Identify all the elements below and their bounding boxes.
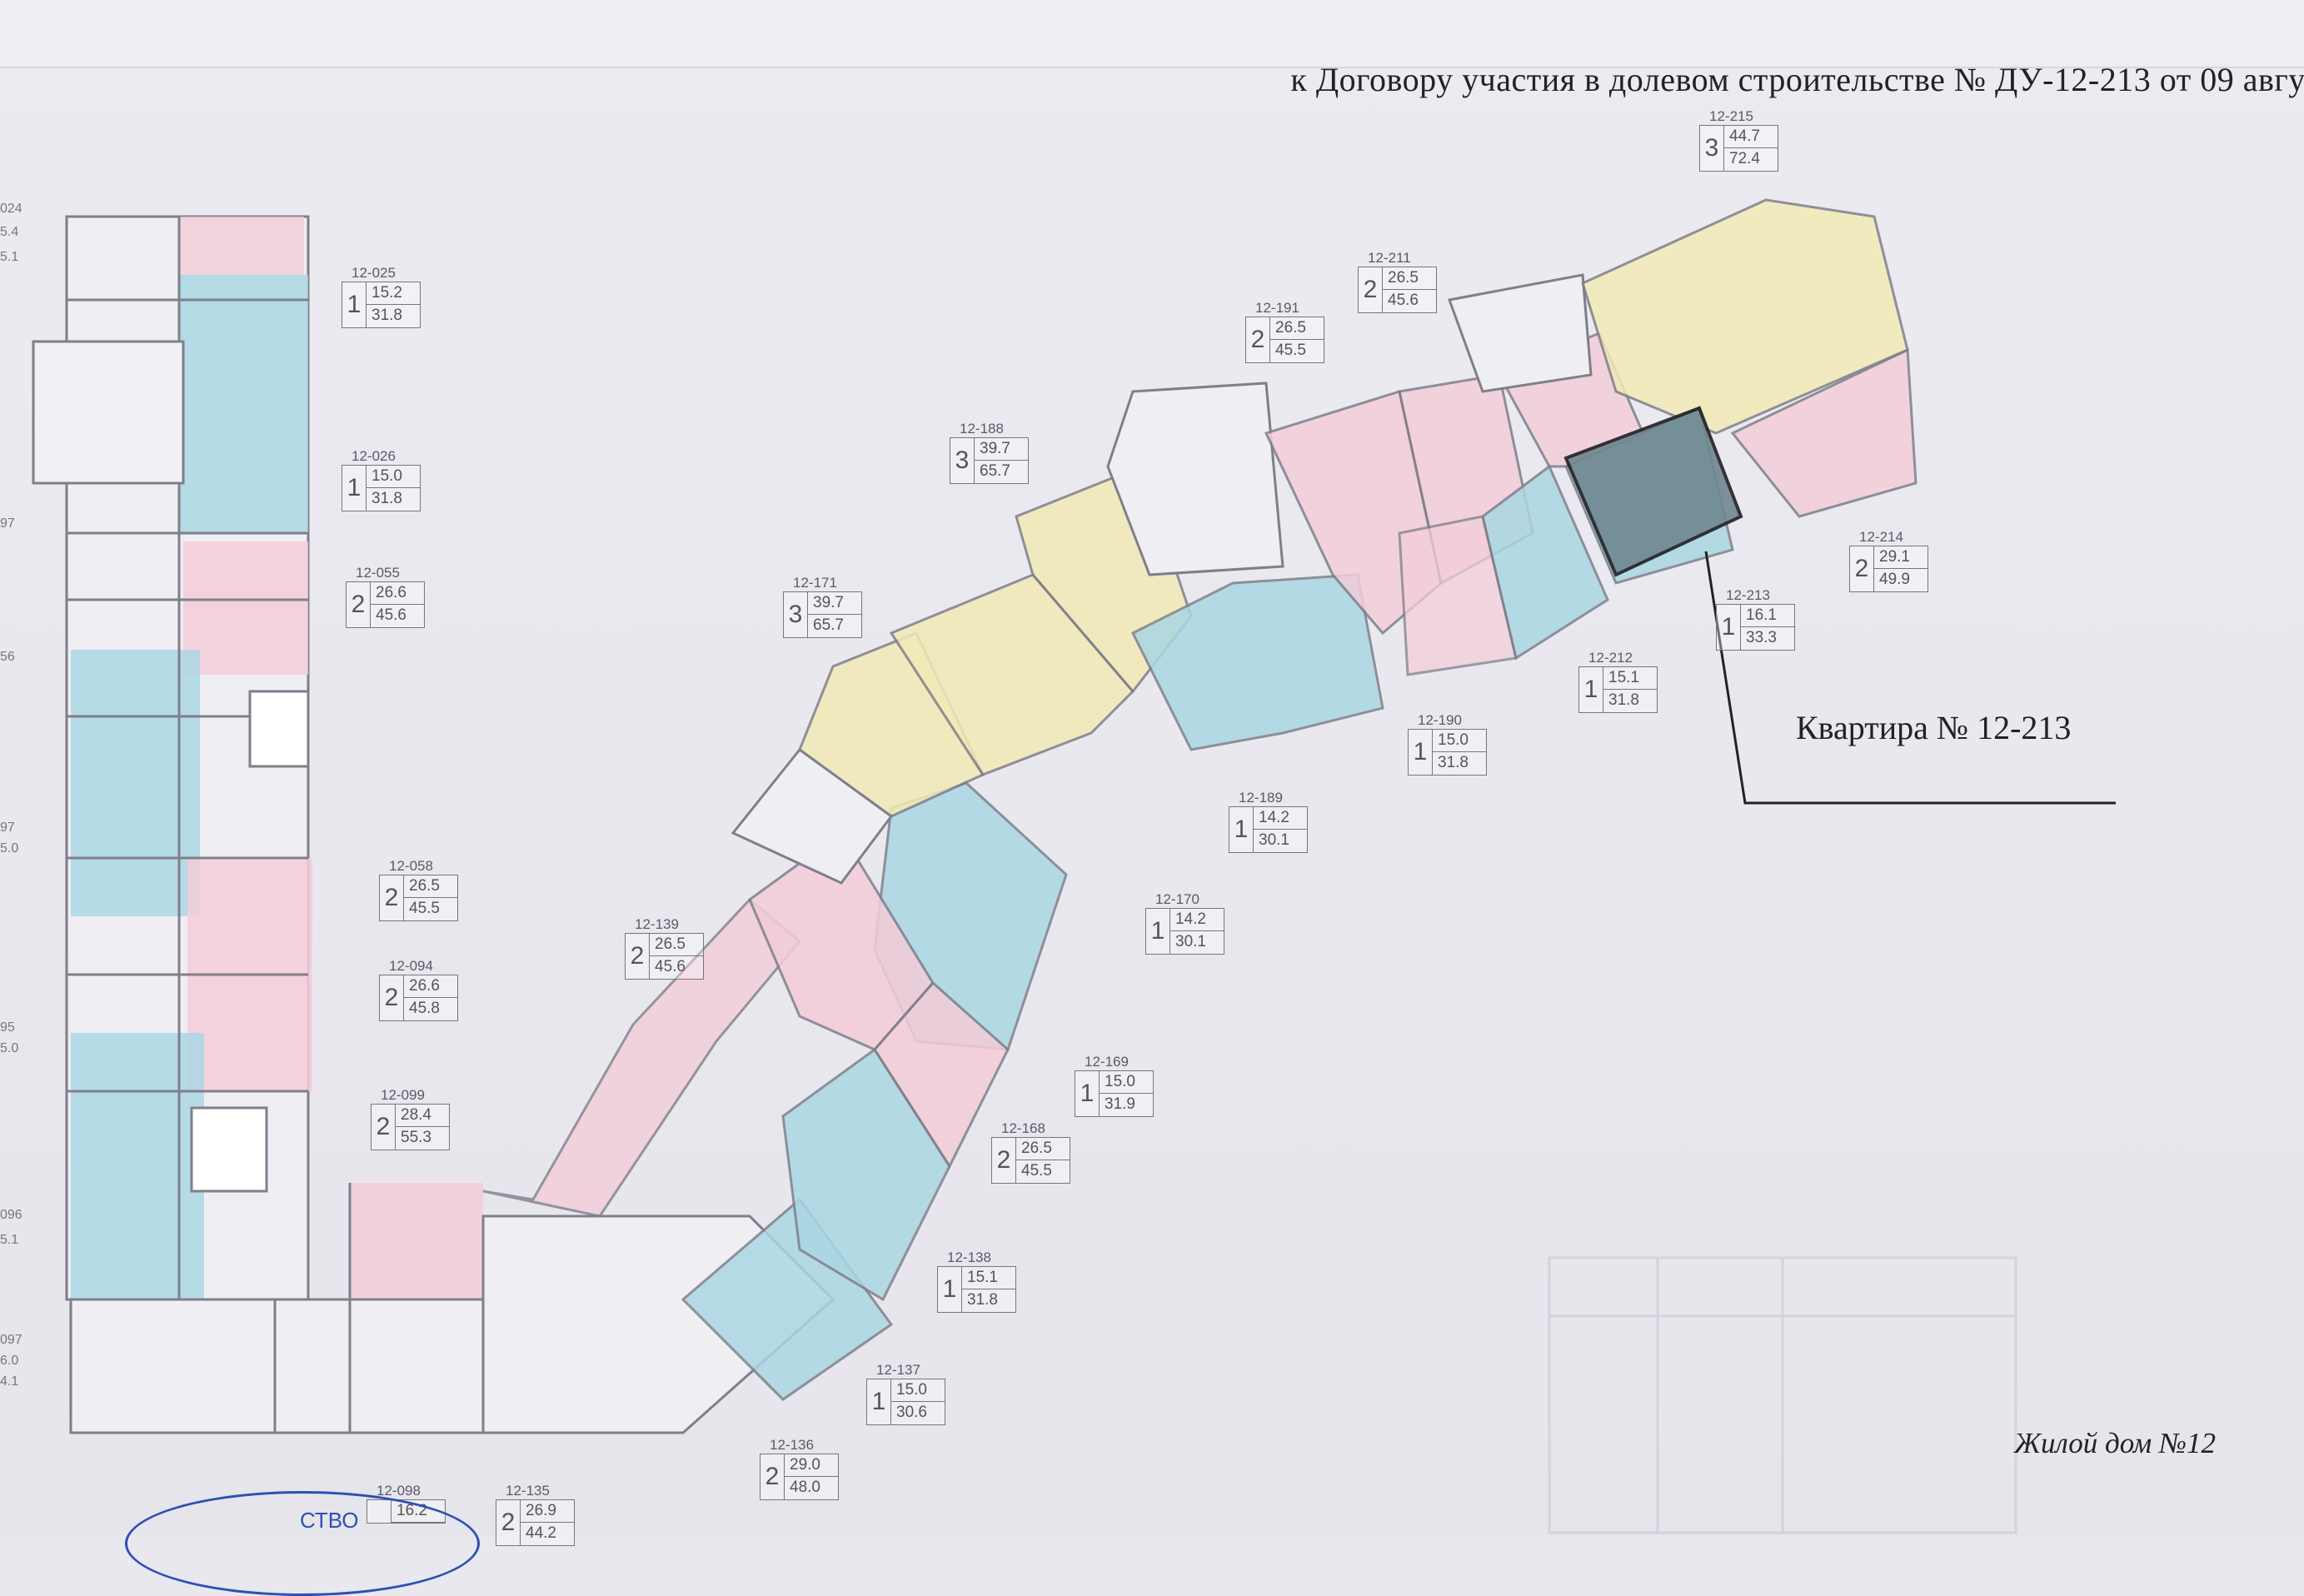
seal-stamp xyxy=(125,1491,480,1596)
edge-fragment: 097 xyxy=(0,1333,22,1347)
unit-tag-12-170: 12-170 1 14.2 30.1 xyxy=(1145,891,1224,955)
unit-tag-12-137: 12-137 1 15.0 30.6 xyxy=(866,1362,945,1425)
unit-tag-12-211: 12-211 2 26.5 45.6 xyxy=(1358,250,1437,313)
unit-tag-12-055: 12-055 2 26.6 45.6 xyxy=(346,565,425,628)
unit-tag-12-135: 12-135 2 26.9 44.2 xyxy=(496,1483,575,1546)
edge-fragment: 95 xyxy=(0,1020,15,1035)
unit-tag-12-213: 12-213 1 16.1 33.3 xyxy=(1716,587,1795,651)
edge-fragment: 024 xyxy=(0,202,22,216)
edge-fragment: 5.1 xyxy=(0,1233,19,1247)
seal-stamp-text: СТВО xyxy=(300,1508,359,1533)
edge-fragment: 56 xyxy=(0,650,15,664)
apartment-callout-label: Квартира № 12-213 xyxy=(1796,709,2072,746)
unit-tag-12-136: 12-136 2 29.0 48.0 xyxy=(760,1437,839,1500)
unit-tag-12-215: 12-215 3 44.7 72.4 xyxy=(1699,108,1778,172)
unit-tag-12-094: 12-094 2 26.6 45.8 xyxy=(379,958,458,1021)
building-title: Жилой дом №12 xyxy=(2014,1427,2216,1459)
unit-tag-12-190: 12-190 1 15.0 31.8 xyxy=(1408,712,1487,776)
faint-table xyxy=(1548,1256,2017,1534)
unit-tag-12-214: 12-214 2 29.1 49.9 xyxy=(1849,529,1928,592)
edge-fragment: 97 xyxy=(0,820,15,835)
unit-tag-12-139: 12-139 2 26.5 45.6 xyxy=(625,916,704,980)
edge-fragment: 5.0 xyxy=(0,1041,19,1055)
unit-tag-12-138: 12-138 1 15.1 31.8 xyxy=(937,1249,1016,1313)
unit-tag-12-168: 12-168 2 26.5 45.5 xyxy=(991,1120,1070,1184)
upper-wing xyxy=(1106,198,1918,751)
unit-tag-12-171: 12-171 3 39.7 65.7 xyxy=(783,575,862,638)
edge-fragment: 4.1 xyxy=(0,1374,19,1389)
unit-tag-12-025: 12-025 1 15.2 31.8 xyxy=(342,265,421,328)
edge-fragment: 97 xyxy=(0,516,15,531)
edge-fragment: 5.0 xyxy=(0,841,19,855)
unit-tag-12-026: 12-026 1 15.0 31.8 xyxy=(342,448,421,511)
unit-tag-12-191: 12-191 2 26.5 45.5 xyxy=(1245,300,1324,363)
unit-tag-12-169: 12-169 1 15.0 31.9 xyxy=(1075,1054,1154,1117)
edge-fragment: 5.1 xyxy=(0,250,19,264)
floor-plan xyxy=(32,198,2116,1534)
unit-tag-12-058: 12-058 2 26.5 45.5 xyxy=(379,858,458,921)
unit-tag-12-189: 12-189 1 14.2 30.1 xyxy=(1229,790,1308,853)
unit-tag-12-212: 12-212 1 15.1 31.8 xyxy=(1578,650,1658,713)
unit-tag-12-099: 12-099 2 28.4 55.3 xyxy=(371,1087,450,1150)
left-wing xyxy=(32,215,489,1434)
unit-tag-12-188: 12-188 3 39.7 65.7 xyxy=(950,421,1029,484)
edge-fragment: 6.0 xyxy=(0,1354,19,1368)
edge-fragment: 096 xyxy=(0,1208,22,1222)
edge-fragment: 5.4 xyxy=(0,225,19,239)
